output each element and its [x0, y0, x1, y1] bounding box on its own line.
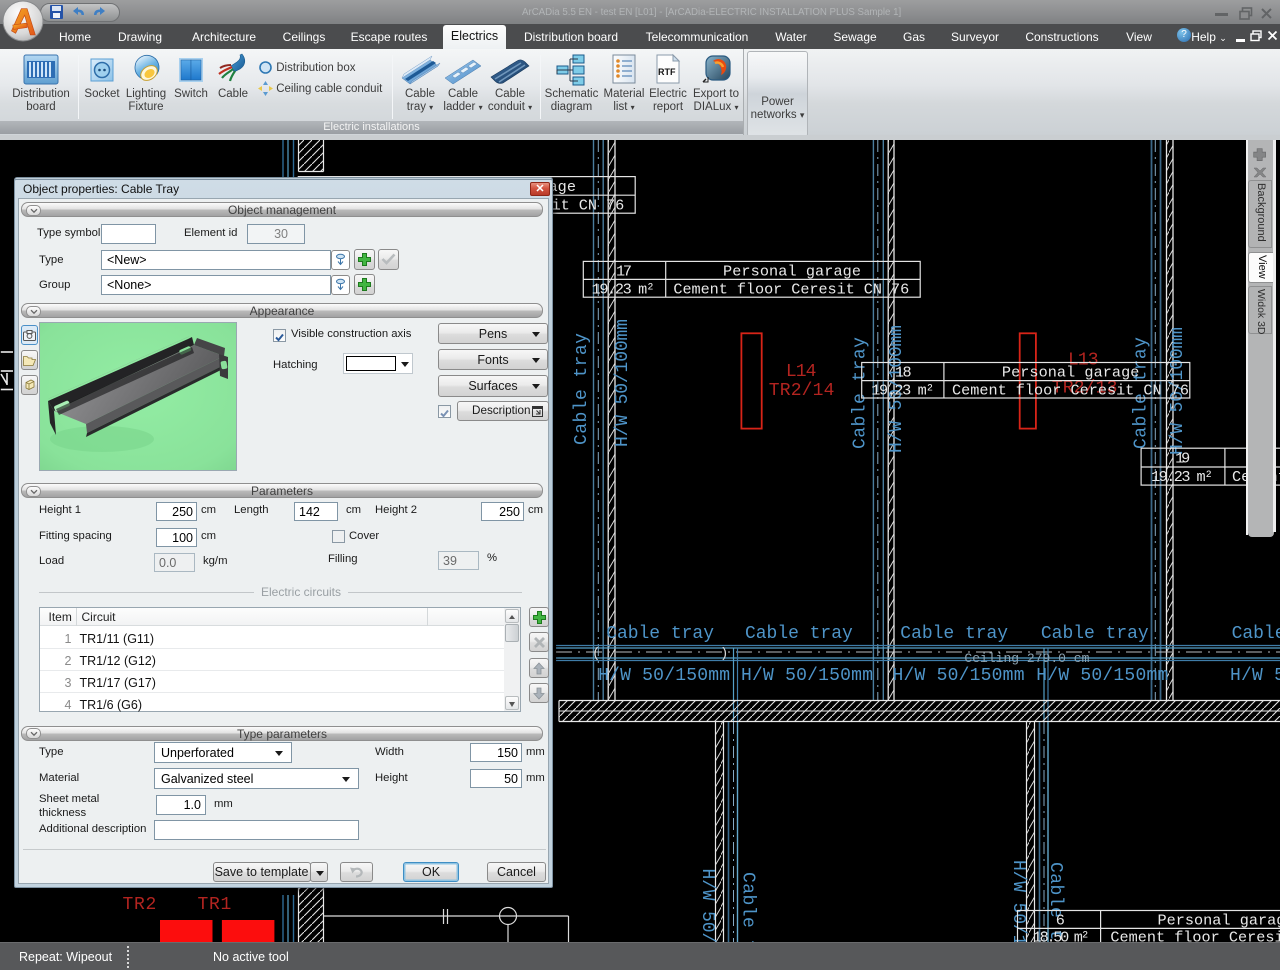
svg-text:H/W 50/150mm: H/W 50/150mm — [893, 666, 1025, 686]
svg-text:H/W 50/150mm: H/W 50/150mm — [1230, 666, 1280, 686]
svg-text:Cement floor Ceresit CN 76: Cement floor Ceresit CN 76 — [952, 382, 1189, 400]
svg-text:Cable tray: Cable tray — [572, 333, 592, 445]
svg-text:RTF: RTF — [658, 67, 676, 77]
svg-text:19.23 m²: 19.23 m² — [592, 281, 655, 299]
svg-text:Cable tray: Cable tray — [745, 624, 853, 644]
svg-text:L14: L14 — [786, 362, 817, 382]
svg-text:6: 6 — [1056, 912, 1065, 930]
svg-text:Cable tray: Cable tray — [900, 624, 1008, 644]
svg-text:H/W 50/150mm: H/W 50/150mm — [598, 666, 730, 686]
svg-text:TR2/14: TR2/14 — [769, 381, 835, 401]
svg-text:H/W 50/100mm: H/W 50/100mm — [613, 319, 633, 447]
svg-text:Personal garage: Personal garage — [1158, 912, 1280, 930]
svg-text:Cable tray: Cable tray — [606, 624, 714, 644]
svg-text:Cable tray: Cable tray — [1041, 624, 1149, 644]
svg-text:Cement floor Ceresi: Cement floor Ceresi — [1110, 929, 1280, 943]
svg-text:19.23 m²: 19.23 m² — [1151, 468, 1213, 486]
svg-text:H/W 50/150mm: H/W 50/150mm — [741, 666, 873, 686]
svg-text:): ) — [720, 646, 728, 662]
svg-text:Personal garage: Personal garage — [723, 263, 861, 281]
svg-text:Cable tray: Cable tray — [1232, 624, 1280, 644]
svg-text:Cable tray: Cable tray — [851, 337, 871, 449]
svg-text:17: 17 — [616, 263, 632, 281]
svg-text:19.23 m²: 19.23 m² — [871, 382, 934, 400]
svg-text:H/W 50/100mm: H/W 50/100mm — [697, 869, 717, 943]
svg-text:TR2: TR2 — [123, 895, 157, 915]
svg-text:18.50 m²: 18.50 m² — [1033, 929, 1090, 943]
svg-text:18: 18 — [895, 364, 912, 382]
svg-text:TR1: TR1 — [198, 895, 232, 915]
svg-text:Personal garage: Personal garage — [1002, 364, 1140, 382]
svg-text:Cable tray: Cable tray — [738, 872, 758, 942]
svg-text:Ceiling 279.0 cm: Ceiling 279.0 cm — [964, 651, 1089, 666]
svg-text:Cement floor Ceresit CN 76: Cement floor Ceresit CN 76 — [673, 281, 909, 299]
svg-text:(: ( — [592, 646, 600, 662]
svg-text:19: 19 — [1175, 450, 1190, 468]
svg-text:H/W 50/150mm: H/W 50/150mm — [1036, 666, 1168, 686]
